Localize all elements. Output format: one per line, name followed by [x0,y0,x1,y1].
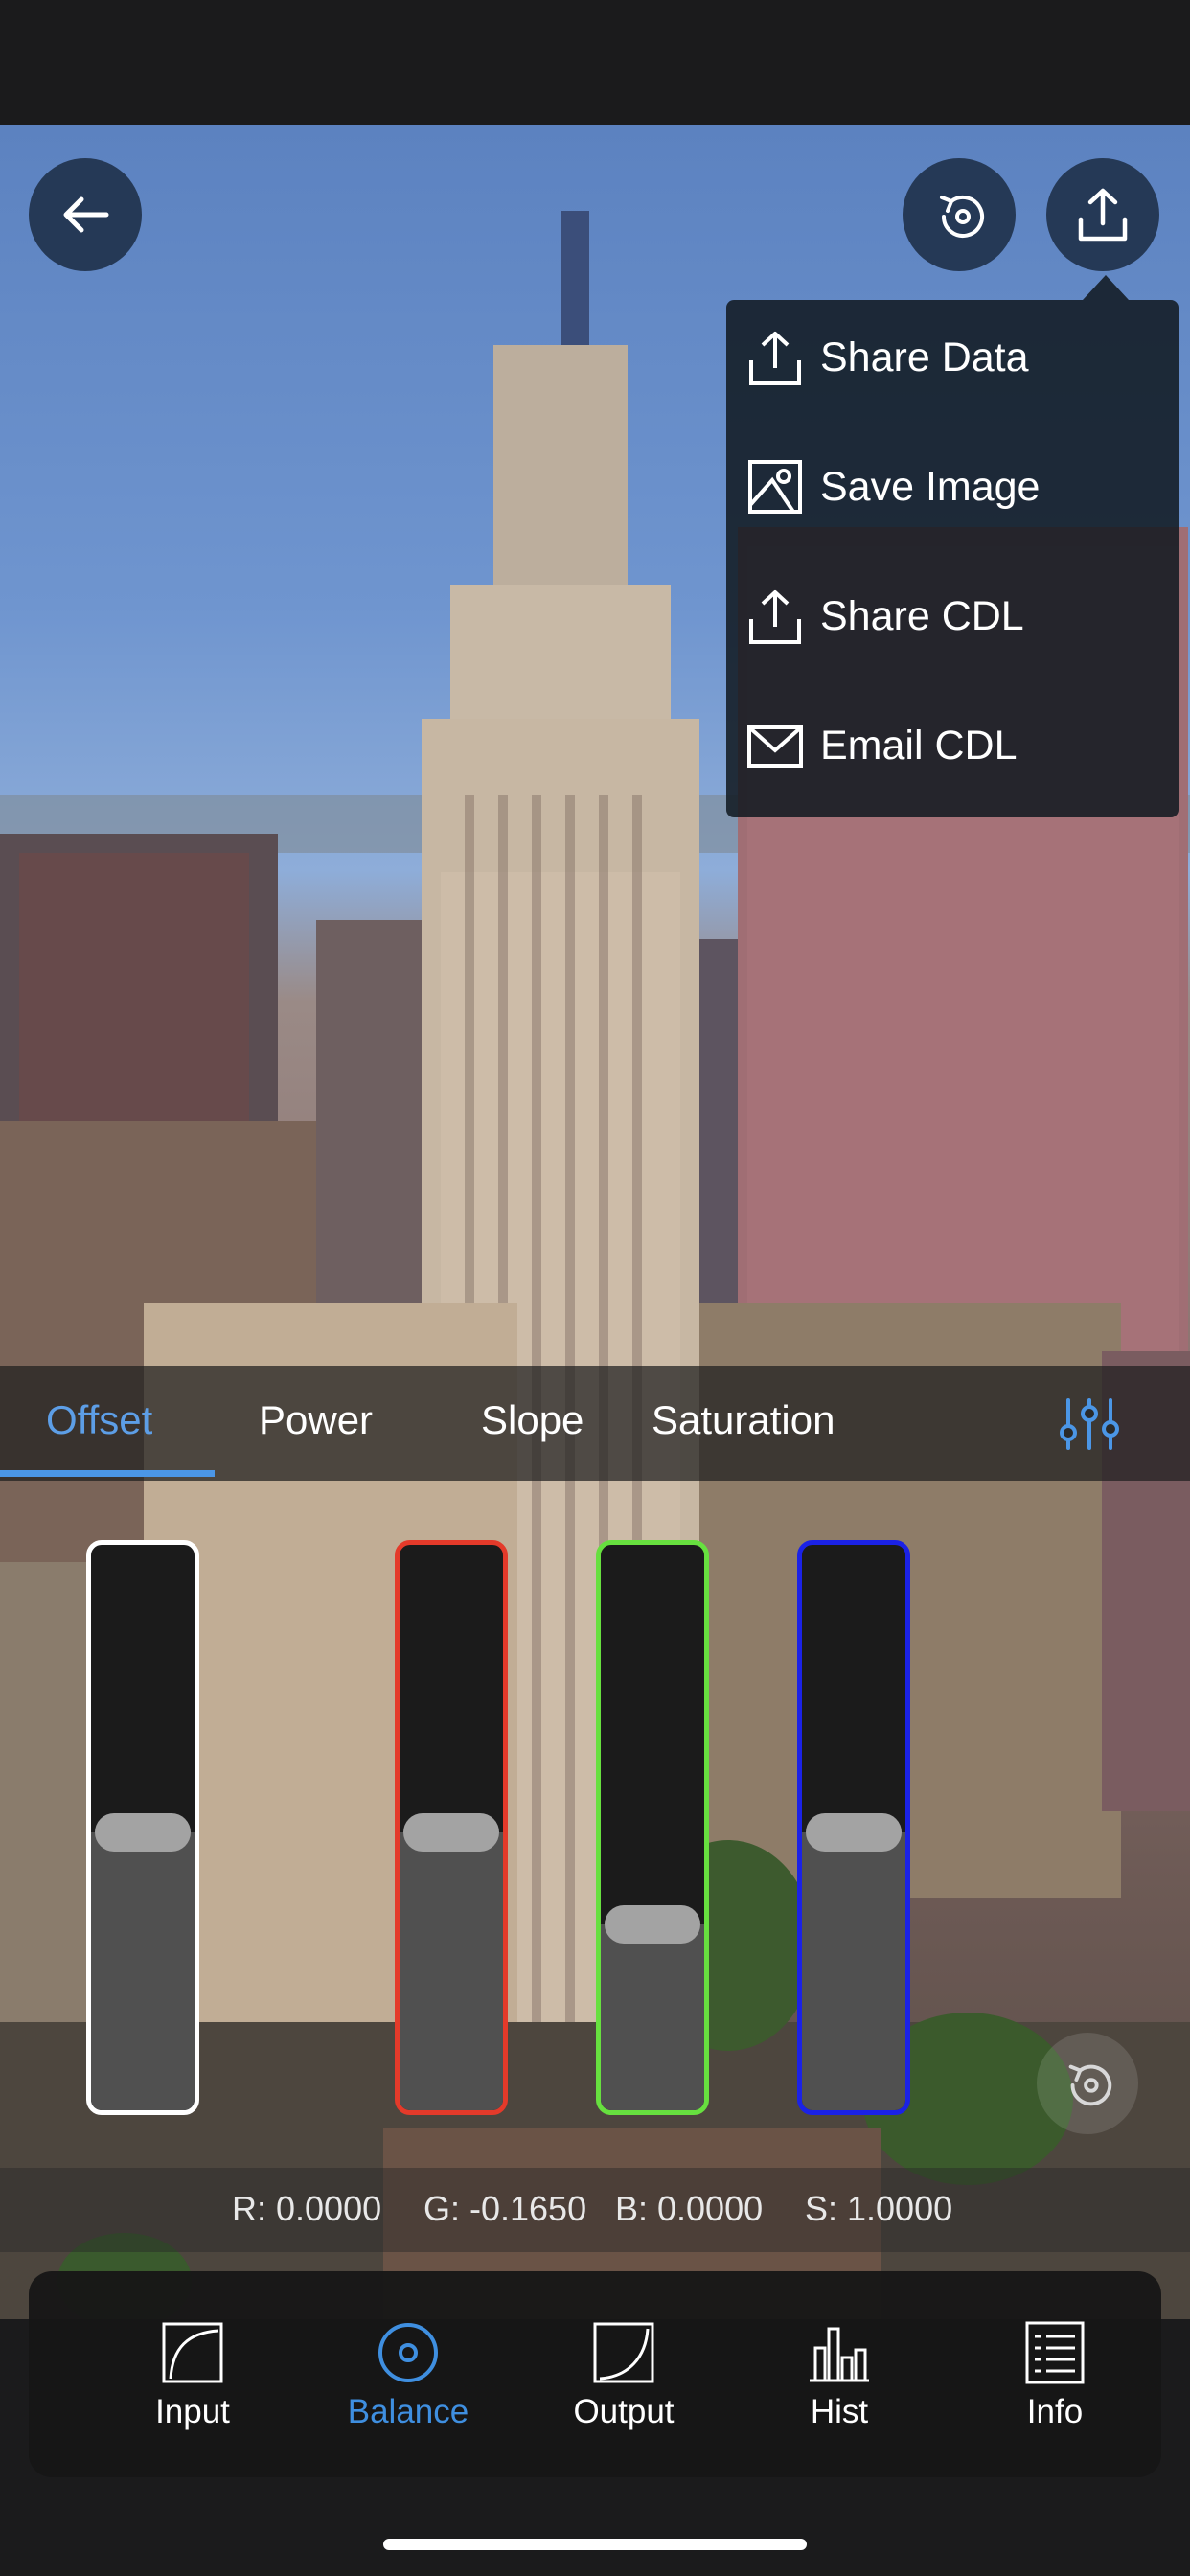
app-screen: Share Data Save Image Share CDL Email CD… [0,0,1190,2576]
toolbar-balance[interactable]: Balance [317,2271,499,2477]
luma-slider[interactable] [86,1540,199,2115]
slider-fill [802,1832,905,2110]
share-menu: Share Data Save Image Share CDL Email CD… [726,300,1179,817]
toolbar-info[interactable]: Info [964,2271,1146,2477]
adjust-settings-icon[interactable] [1059,1396,1120,1452]
menu-item-label: Share Data [820,334,1029,380]
tab-power[interactable]: Power [259,1397,373,1443]
menu-item-label: Save Image [820,463,1041,510]
slider-fill [91,1832,195,2110]
menu-item-share-cdl[interactable]: Share CDL [726,559,1179,674]
tab-offset[interactable]: Offset [46,1397,152,1443]
toolbar-label: Balance [347,2393,469,2430]
reset-icon [1068,2064,1112,2106]
slider-fill [601,1924,704,2110]
email-cdl-icon [742,712,809,779]
info-list-icon [1025,2321,1085,2384]
share-cdl-icon [742,583,809,650]
blue-slider[interactable] [797,1540,910,2115]
b-value: B: 0.0000 [615,2189,764,2228]
toolbar-label: Input [155,2393,230,2430]
slider-thumb[interactable] [605,1905,700,1944]
slider-thumb[interactable] [403,1813,499,1852]
values-readout: R: 0.0000 G: -0.1650 B: 0.0000 S: 1.0000 [0,2168,1190,2252]
menu-item-email-cdl[interactable]: Email CDL [726,688,1179,803]
menu-item-save-image[interactable]: Save Image [726,429,1179,544]
reset-icon [940,196,984,238]
bottom-toolbar: Input Balance Output Hist Info [29,2271,1161,2477]
slider-thumb[interactable] [806,1813,902,1852]
green-slider[interactable] [596,1540,709,2115]
back-button[interactable] [29,158,142,271]
reset-sliders-button[interactable] [1037,2033,1138,2134]
share-menu-caret [1083,275,1129,300]
r-value: R: 0.0000 [232,2189,382,2228]
share-data-icon [742,324,809,391]
tab-slope[interactable]: Slope [481,1397,584,1443]
home-indicator [383,2539,807,2550]
toolbar-input[interactable]: Input [102,2271,284,2477]
slider-thumb[interactable] [95,1813,191,1852]
toolbar-hist[interactable]: Hist [748,2271,930,2477]
toolbar-label: Output [573,2393,675,2430]
histogram-icon [810,2327,869,2382]
toolbar-output[interactable]: Output [533,2271,715,2477]
menu-item-share-data[interactable]: Share Data [726,300,1179,415]
s-value: S: 1.0000 [805,2189,953,2228]
active-tab-indicator [0,1470,215,1477]
red-slider[interactable] [395,1540,508,2115]
back-arrow-icon [63,196,109,233]
reset-view-button[interactable] [903,158,1016,271]
slider-fill [400,1832,503,2110]
output-curve-icon [593,2322,654,2383]
balance-target-icon [378,2323,438,2382]
menu-item-label: Share CDL [820,592,1024,639]
toolbar-label: Info [1026,2393,1084,2430]
share-icon [1078,188,1128,242]
share-button[interactable] [1046,158,1159,271]
menu-item-label: Email CDL [820,722,1018,769]
adjustment-tabs: Offset Power Slope Saturation [0,1366,1190,1481]
input-curve-icon [162,2322,223,2383]
tab-saturation[interactable]: Saturation [652,1397,835,1443]
toolbar-label: Hist [810,2393,869,2430]
save-image-icon [742,453,809,520]
g-value: G: -0.1650 [423,2189,587,2228]
